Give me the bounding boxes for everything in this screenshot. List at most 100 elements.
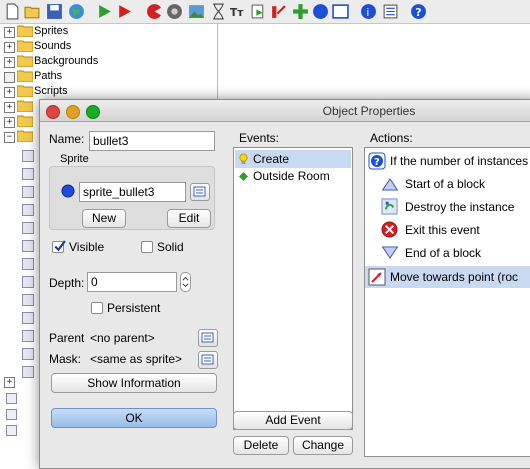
object-properties-dialog: Object Properties Name: bullet3 Sprite s…	[39, 99, 530, 469]
sound-icon[interactable]	[166, 3, 183, 20]
game-info-icon[interactable]	[332, 3, 349, 20]
folder-icon	[17, 100, 33, 112]
extension-leaf-icon[interactable]	[6, 425, 17, 436]
object-leaf-icon[interactable]	[22, 222, 34, 234]
object-leaf-icon[interactable]	[22, 150, 34, 162]
dialog-titlebar[interactable]: Object Properties	[40, 100, 530, 122]
visible-checkbox[interactable]	[52, 240, 66, 253]
run-icon[interactable]	[96, 3, 113, 20]
list-menu-icon	[193, 186, 206, 197]
room-icon[interactable]	[312, 3, 329, 20]
debug-run-icon[interactable]	[116, 3, 133, 20]
action-item-end-block[interactable]: End of a block	[379, 242, 530, 264]
expand-icon[interactable]: +	[4, 57, 15, 68]
action-item-if-instances[interactable]: ? If the number of instances	[365, 150, 530, 172]
svg-text:?: ?	[415, 6, 421, 19]
folder-icon	[17, 55, 33, 67]
new-sprite-button[interactable]: New	[82, 209, 126, 228]
sprite-icon[interactable]	[146, 3, 163, 20]
expand-icon[interactable]: +	[4, 87, 15, 98]
object-icon[interactable]	[292, 3, 309, 20]
persistent-label: Persistent	[107, 301, 161, 315]
actions-label: Actions:	[370, 131, 413, 145]
folder-icon	[17, 130, 33, 142]
object-leaf-icon[interactable]	[22, 204, 34, 216]
expand-icon[interactable]: +	[4, 117, 15, 128]
path-icon[interactable]	[210, 3, 227, 20]
action-item-start-block[interactable]: Start of a block	[379, 173, 530, 195]
action-label: Start of a block	[405, 177, 486, 191]
expand-icon[interactable]: +	[4, 377, 15, 388]
expand-icon[interactable]: +	[4, 27, 15, 38]
empty-expand-icon	[4, 72, 15, 83]
list-settings-icon[interactable]	[382, 3, 399, 20]
globe-icon[interactable]	[68, 3, 85, 20]
name-label: Name:	[49, 132, 85, 146]
green-diamond-icon	[239, 172, 248, 181]
object-leaf-icon[interactable]	[22, 330, 34, 342]
sprite-select[interactable]: sprite_bullet3	[79, 182, 186, 202]
add-event-button[interactable]: Add Event	[233, 411, 353, 430]
new-file-icon[interactable]	[4, 3, 21, 20]
script-icon[interactable]: Tт	[230, 3, 247, 20]
triangle-up-icon	[381, 178, 399, 191]
change-event-button[interactable]: Change	[293, 436, 353, 455]
ok-button[interactable]: OK	[51, 408, 217, 428]
triangle-down-icon	[381, 246, 399, 259]
font-icon[interactable]	[250, 3, 267, 20]
save-icon[interactable]	[46, 3, 63, 20]
object-leaf-icon[interactable]	[22, 186, 34, 198]
delete-event-button[interactable]: Delete	[233, 436, 289, 455]
object-leaf-icon[interactable]	[22, 168, 34, 180]
action-label: Destroy the instance	[405, 200, 515, 214]
name-input[interactable]: bullet3	[89, 131, 215, 151]
object-leaf-icon[interactable]	[22, 348, 34, 360]
event-item-outside-room[interactable]: Outside Room	[235, 167, 351, 185]
edit-sprite-button[interactable]: Edit	[167, 209, 211, 228]
expand-icon[interactable]: +	[4, 102, 15, 113]
help-icon[interactable]: ?	[410, 3, 427, 20]
object-leaf-icon[interactable]	[22, 258, 34, 270]
list-menu-icon	[201, 354, 214, 365]
mask-menu-button[interactable]	[198, 351, 218, 369]
object-leaf-icon[interactable]	[22, 366, 34, 378]
persistent-checkbox[interactable]	[91, 302, 103, 314]
question-instance-icon: ?	[368, 152, 386, 170]
background-icon[interactable]	[188, 3, 205, 20]
show-information-button[interactable]: Show Information	[51, 373, 217, 393]
folder-icon	[17, 40, 33, 52]
timeline-icon[interactable]	[270, 3, 287, 20]
global-settings-leaf-icon[interactable]	[6, 409, 17, 420]
collapse-icon[interactable]: −	[4, 132, 15, 143]
event-item-create[interactable]: Create	[235, 150, 351, 168]
action-item-move-towards[interactable]: Move towards point (roc	[365, 266, 530, 288]
solid-checkbox[interactable]	[141, 241, 153, 253]
sprite-menu-button[interactable]	[190, 183, 210, 201]
event-label: Create	[253, 152, 290, 166]
open-folder-icon[interactable]	[24, 3, 41, 20]
action-item-exit-event[interactable]: Exit this event	[379, 219, 530, 241]
actions-list[interactable]: ? If the number of instances Start of a …	[364, 147, 530, 457]
global-settings-icon[interactable]: i	[360, 3, 377, 20]
folder-icon	[17, 115, 33, 127]
object-leaf-icon[interactable]	[22, 240, 34, 252]
depth-stepper[interactable]	[180, 272, 191, 292]
action-item-destroy[interactable]: Destroy the instance	[379, 196, 530, 218]
visible-label: Visible	[69, 240, 105, 254]
stepper-arrows-icon	[182, 276, 189, 288]
object-leaf-icon[interactable]	[22, 312, 34, 324]
list-menu-icon	[201, 332, 214, 343]
svg-text:Tт: Tт	[230, 6, 244, 19]
folder-icon	[17, 70, 33, 82]
game-info-leaf-icon[interactable]	[6, 393, 17, 404]
parent-value: <no parent>	[90, 331, 155, 345]
sprite-group-label: Sprite	[60, 153, 89, 165]
object-leaf-icon[interactable]	[22, 294, 34, 306]
tree-label: Sprites	[34, 25, 69, 37]
object-leaf-icon[interactable]	[22, 276, 34, 288]
parent-menu-button[interactable]	[198, 329, 218, 347]
expand-icon[interactable]: +	[4, 42, 15, 53]
events-list[interactable]: Create Outside Room	[233, 147, 353, 430]
checkmark-icon	[54, 240, 66, 252]
depth-input[interactable]: 0	[87, 272, 177, 292]
